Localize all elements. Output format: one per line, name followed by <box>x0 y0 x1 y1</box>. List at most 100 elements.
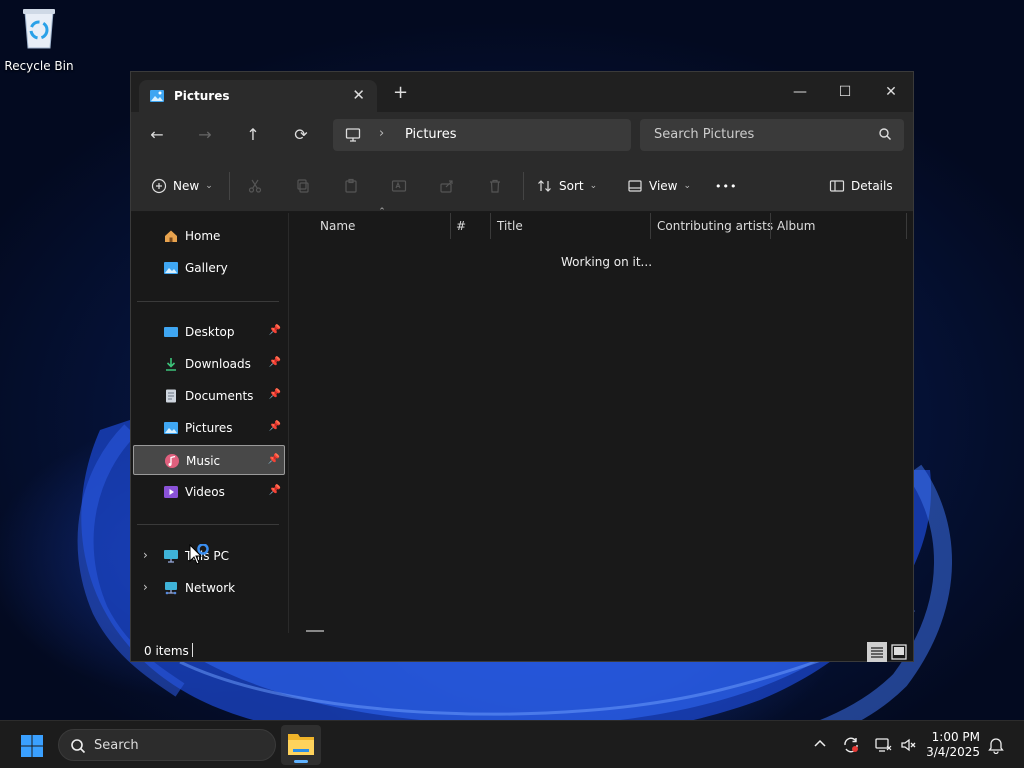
column-header-contributing-artists[interactable]: Contributing artists <box>657 219 773 233</box>
column-separator[interactable] <box>490 213 491 239</box>
sidebar-item-music[interactable]: Music 📌 <box>133 445 285 475</box>
notification-bell-icon[interactable] <box>988 736 1004 757</box>
sidebar-item-label: Gallery <box>185 261 228 275</box>
gallery-icon <box>163 260 179 279</box>
recycle-bin-shortcut[interactable]: Recycle Bin <box>4 6 74 73</box>
copy-button[interactable] <box>295 174 311 198</box>
start-button[interactable] <box>20 734 44 761</box>
breadcrumb-separator[interactable]: › <box>379 126 384 141</box>
file-explorer-taskbar-button[interactable] <box>281 725 321 765</box>
cut-button[interactable] <box>247 174 263 198</box>
column-header-album[interactable]: Album <box>777 219 815 233</box>
title-bar: Pictures ✕ + — ☐ ✕ <box>131 72 913 112</box>
sort-label: Sort <box>559 179 584 193</box>
forward-button[interactable]: → <box>193 124 217 148</box>
sidebar-item-label: Home <box>185 229 221 243</box>
sort-button[interactable]: Sort ⌄ <box>537 174 597 198</box>
new-button[interactable]: New ⌄ <box>151 174 213 198</box>
sidebar-item-label: Pictures <box>185 421 233 435</box>
pin-icon[interactable]: 📌 <box>269 357 281 368</box>
volume-muted-icon[interactable] <box>900 736 918 757</box>
toolbar-divider <box>229 172 230 200</box>
column-separator[interactable] <box>770 213 771 239</box>
sidebar-item-downloads[interactable]: Downloads 📌 <box>133 349 285 379</box>
sidebar-item-desktop[interactable]: Desktop 📌 <box>133 317 285 347</box>
share-icon <box>440 180 453 193</box>
trash-icon <box>490 179 500 193</box>
close-button[interactable]: ✕ <box>869 78 913 106</box>
scissors-icon <box>248 179 262 193</box>
pin-icon[interactable]: 📌 <box>269 485 281 496</box>
item-count: 0 items <box>144 644 189 658</box>
plus-circle-icon <box>151 178 167 194</box>
folder-icon <box>288 734 314 755</box>
up-button[interactable]: ↑ <box>241 124 265 148</box>
chevron-up-icon[interactable] <box>812 736 828 755</box>
network-status-icon[interactable] <box>874 736 892 757</box>
large-icons-view-button[interactable] <box>889 642 909 662</box>
sidebar-item-gallery[interactable]: Gallery <box>133 253 285 283</box>
address-bar[interactable]: › Pictures <box>333 119 631 151</box>
tab-pictures[interactable]: Pictures ✕ <box>139 80 377 112</box>
paste-button[interactable] <box>343 174 359 198</box>
sidebar-item-network[interactable]: › Network <box>133 573 285 603</box>
back-button[interactable]: ← <box>145 124 169 148</box>
column-header-number[interactable]: # <box>456 219 466 233</box>
pin-icon[interactable]: 📌 <box>269 325 281 336</box>
minimize-button[interactable]: — <box>778 78 822 106</box>
horizontal-scrollbar[interactable] <box>306 630 324 632</box>
sidebar-item-label: Music <box>186 454 221 468</box>
toolbar-divider <box>523 172 524 200</box>
sidebar-item-documents[interactable]: Documents 📌 <box>133 381 285 411</box>
chevron-right-icon[interactable]: › <box>143 548 148 562</box>
active-app-indicator <box>294 760 308 763</box>
system-clock[interactable]: 1:00 PM 3/4/2025 <box>922 730 980 760</box>
view-button[interactable]: View ⌄ <box>627 174 691 198</box>
desktop-icon <box>163 324 179 343</box>
file-list-view: ⌃ Name # Title Contributing artists Albu… <box>290 207 914 633</box>
breadcrumb-pictures[interactable]: Pictures <box>405 127 456 142</box>
column-header-name[interactable]: Name <box>320 219 355 233</box>
details-view-button[interactable] <box>867 642 887 662</box>
search-box[interactable]: Search Pictures <box>640 119 904 151</box>
pin-icon[interactable]: 📌 <box>269 389 281 400</box>
recycle-bin-label: Recycle Bin <box>4 59 74 73</box>
column-separator[interactable] <box>450 213 451 239</box>
home-icon <box>163 228 179 247</box>
command-bar: New ⌄ Sort ⌄ View ⌄ ••• Details <box>131 158 913 212</box>
mouse-cursor-busy <box>189 543 215 571</box>
sidebar-item-label: Network <box>185 581 236 595</box>
rename-button[interactable] <box>391 174 407 198</box>
more-options-button[interactable]: ••• <box>715 174 737 198</box>
status-separator <box>192 643 193 657</box>
sidebar-item-videos[interactable]: Videos 📌 <box>133 477 285 507</box>
video-icon <box>163 484 179 503</box>
column-separator[interactable] <box>650 213 651 239</box>
column-separator[interactable] <box>906 213 907 239</box>
pin-icon[interactable]: 📌 <box>268 454 280 465</box>
refresh-button[interactable]: ⟳ <box>289 124 313 148</box>
music-icon <box>164 453 180 472</box>
taskbar-search-box[interactable]: Search <box>58 729 276 761</box>
document-icon <box>163 388 179 407</box>
navigation-bar: ← → ↑ ⟳ › Pictures Search Pictures <box>131 112 913 158</box>
this-pc-icon <box>163 548 179 567</box>
details-button[interactable]: Details <box>829 174 893 198</box>
sidebar-item-label: Downloads <box>185 357 251 371</box>
column-header-title[interactable]: Title <box>497 219 523 233</box>
new-tab-button[interactable]: + <box>393 84 408 102</box>
sidebar-item-home[interactable]: Home <box>133 221 285 251</box>
delete-button[interactable] <box>487 174 503 198</box>
share-button[interactable] <box>439 174 455 198</box>
file-explorer-window: Pictures ✕ + — ☐ ✕ ← → ↑ ⟳ › Pictures Se… <box>130 71 914 662</box>
thumbnail-view-icon <box>891 644 907 660</box>
pin-icon[interactable]: 📌 <box>269 421 281 432</box>
chevron-right-icon[interactable]: › <box>143 580 148 594</box>
sidebar-item-label: Documents <box>185 389 254 403</box>
sidebar-item-pictures[interactable]: Pictures 📌 <box>133 413 285 443</box>
view-label: View <box>649 179 678 193</box>
search-icon <box>878 127 892 144</box>
maximize-button[interactable]: ☐ <box>823 78 867 106</box>
sync-icon[interactable] <box>842 736 860 757</box>
tab-close-icon[interactable]: ✕ <box>352 86 365 104</box>
